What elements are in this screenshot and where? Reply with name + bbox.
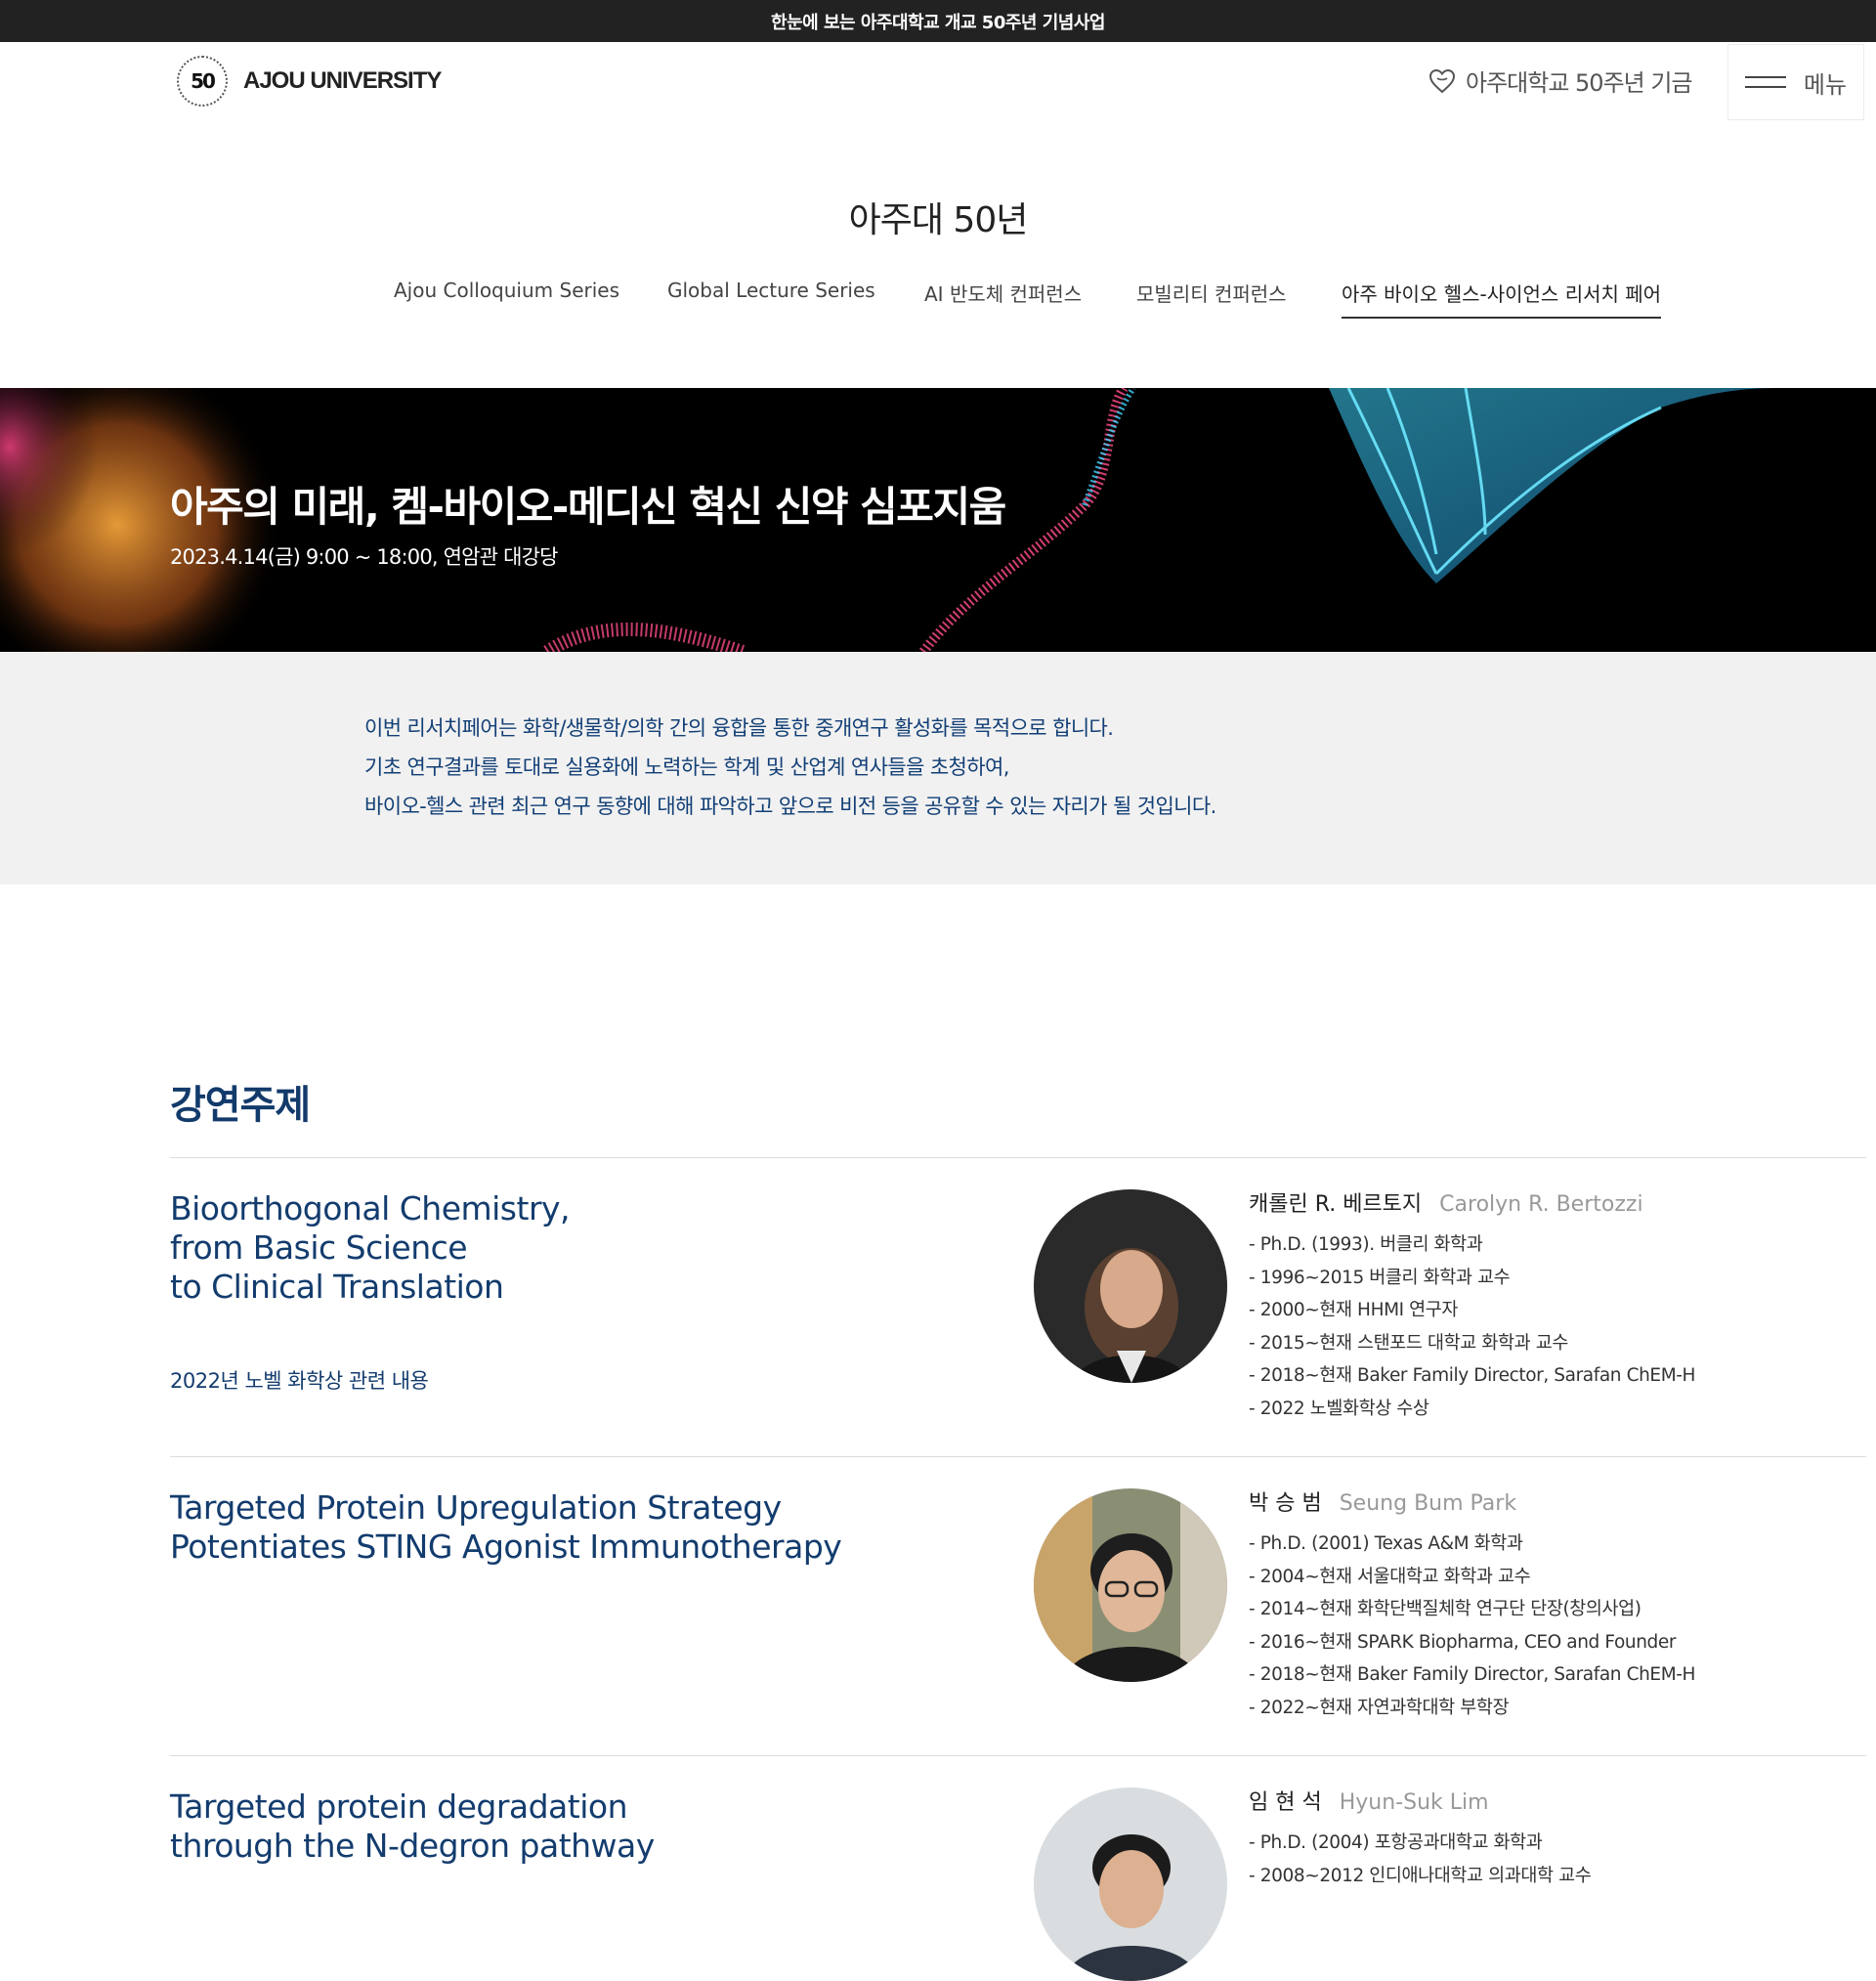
cv-item: - Ph.D. (1993). 버클리 화학과 [1249, 1234, 1483, 1255]
cv-item: - 2004~현재 서울대학교 화학과 교수 [1249, 1566, 1531, 1587]
talk-topic-line: through the N-degron pathway [170, 1827, 655, 1865]
speaker-name-en: Seung Bum Park [1339, 1491, 1517, 1516]
talk-note: 2022년 노벨 화학상 관련 내용 [170, 1369, 429, 1393]
cv-item: - 2000~현재 HHMI 연구자 [1249, 1300, 1459, 1320]
divider [170, 1157, 1866, 1158]
cv-item: - 2014~현재 화학단백질체학 연구단 단장(창의사업) [1249, 1599, 1642, 1619]
speaker-name-en: Hyun-Suk Lim [1339, 1790, 1489, 1815]
tab-bio-health-research-fair[interactable]: 아주 바이오 헬스-사이언스 리서치 페어 [1342, 279, 1662, 319]
tab-ai-semiconductor[interactable]: AI 반도체 컨퍼런스 [924, 279, 1082, 317]
menu-button[interactable]: 메뉴 [1727, 44, 1864, 120]
cv-item: - 2018~현재 Baker Family Director, Sarafan… [1249, 1664, 1696, 1685]
speaker-name-en: Carolyn R. Bertozzi [1439, 1192, 1643, 1217]
speaker-photo [1034, 1787, 1227, 1981]
logo-text: AJOU UNIVERSITY [243, 67, 442, 94]
speaker-name-ko: 캐롤린 R. 베르토지 [1249, 1192, 1423, 1217]
talk-topic-line: Targeted protein degradation [170, 1787, 627, 1826]
cv-item: - 2018~현재 Baker Family Director, Sarafan… [1249, 1365, 1696, 1386]
divider [170, 1755, 1866, 1756]
divider [170, 1456, 1866, 1457]
page-title: 아주대 50년 [848, 200, 1029, 240]
hero-banner: 아주의 미래, 켐-바이오-메디신 혁신 신약 심포지움 2023.4.14(금… [0, 388, 1876, 652]
speaker-photo [1034, 1488, 1227, 1682]
talk-topic: Bioorthogonal Chemistry, from Basic Scie… [170, 1189, 571, 1307]
menu-label: 메뉴 [1803, 70, 1848, 99]
speaker-name-ko: 임 현 석 [1249, 1790, 1322, 1815]
talk-topic-line: Potentiates STING Agonist Immunotherapy [170, 1528, 842, 1566]
tab-global-lecture[interactable]: Global Lecture Series [667, 279, 875, 312]
hamburger-icon [1744, 68, 1786, 96]
fund-label: 아주대학교 50주년 기금 [1466, 69, 1693, 97]
intro-line: 기초 연구결과를 토대로 실용화에 노력하는 학계 및 산업계 연사들을 초청하… [364, 755, 1009, 779]
talk-topic: Targeted Protein Upregulation Strategy P… [170, 1488, 842, 1567]
intro-line: 바이오-헬스 관련 최근 연구 동향에 대해 파악하고 앞으로 비전 등을 공유… [364, 795, 1216, 818]
speaker-name: 임 현 석 Hyun-Suk Lim [1249, 1785, 1489, 1816]
talk-topic-line: to Clinical Translation [170, 1268, 504, 1306]
speaker-name: 캐롤린 R. 베르토지 Carolyn R. Bertozzi [1249, 1186, 1643, 1218]
intro-line: 이번 리서치페어는 화학/생물학/의학 간의 융합을 통한 중개연구 활성화를 … [364, 716, 1114, 740]
speaker-cv: - Ph.D. (2001) Texas A&M 화학과 - 2004~현재 서… [1249, 1528, 1695, 1724]
top-banner[interactable]: 한눈에 보는 아주대학교 개교 50주년 기념사업 [0, 0, 1876, 42]
hero-title: 아주의 미래, 켐-바이오-메디신 혁신 신약 심포지움 [170, 483, 1006, 531]
cv-item: - 1996~2015 버클리 화학과 교수 [1249, 1267, 1511, 1288]
speaker-name: 박 승 범 Seung Bum Park [1249, 1486, 1516, 1517]
cv-item: - 2022~현재 자연과학대학 부학장 [1249, 1697, 1510, 1718]
anniversary-emblem-icon: 50 [177, 56, 228, 107]
talk-topic-line: from Basic Science [170, 1228, 468, 1267]
talk-topic-line: Targeted Protein Upregulation Strategy [170, 1488, 782, 1527]
hero-date: 2023.4.14(금) 9:00 ~ 18:00, 연암관 대강당 [170, 545, 558, 569]
logo[interactable]: 50 AJOU UNIVERSITY [177, 56, 442, 107]
cv-item: - Ph.D. (2004) 포항공과대학교 화학과 [1249, 1832, 1543, 1853]
section-title: 강연주제 [170, 1083, 311, 1128]
speaker-cv: - Ph.D. (1993). 버클리 화학과 - 1996~2015 버클리 … [1249, 1228, 1695, 1425]
site-header: 50 AJOU UNIVERSITY 아주대학교 50주년 기금 메뉴 [0, 42, 1876, 126]
talk-topic-line: Bioorthogonal Chemistry, [170, 1189, 571, 1227]
top-banner-text[interactable]: 한눈에 보는 아주대학교 개교 50주년 기념사업 [771, 9, 1105, 34]
sub-navigation: Ajou Colloquium Series Global Lecture Se… [0, 279, 1876, 319]
cv-item: - 2015~현재 스탠포드 대학교 화학과 교수 [1249, 1332, 1568, 1354]
cv-item: - 2008~2012 인디애나대학교 의과대학 교수 [1249, 1865, 1592, 1886]
cv-item: - 2022 노벨화학상 수상 [1249, 1398, 1429, 1419]
heart-icon [1428, 68, 1456, 93]
speaker-name-ko: 박 승 범 [1249, 1491, 1322, 1516]
intro-section: 이번 리서치페어는 화학/생물학/의학 간의 융합을 통한 중개연구 활성화를 … [0, 652, 1876, 884]
cv-item: - 2016~현재 SPARK Biopharma, CEO and Found… [1249, 1631, 1677, 1653]
speaker-cv: - Ph.D. (2004) 포항공과대학교 화학과 - 2008~2012 인… [1249, 1827, 1592, 1892]
speaker-photo [1034, 1189, 1227, 1383]
cv-item: - Ph.D. (2001) Texas A&M 화학과 [1249, 1533, 1523, 1554]
tab-ajou-colloquium[interactable]: Ajou Colloquium Series [394, 279, 619, 312]
tab-mobility[interactable]: 모빌리티 컨퍼런스 [1136, 279, 1287, 317]
talk-topic: Targeted protein degradation through the… [170, 1787, 655, 1866]
fund-link[interactable]: 아주대학교 50주년 기금 [1428, 64, 1693, 98]
